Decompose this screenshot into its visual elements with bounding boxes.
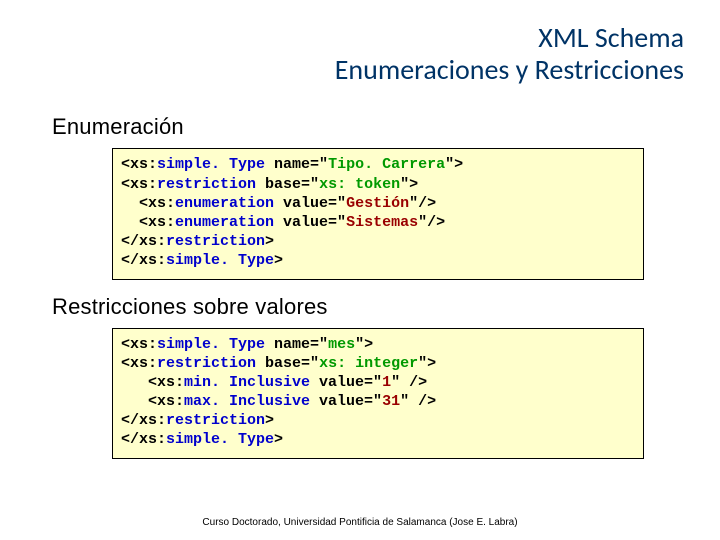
code-text: "> (400, 176, 418, 193)
code-text: <xs: (121, 176, 157, 193)
code-text: <xs: (121, 355, 157, 372)
code-text: " /> (400, 393, 436, 410)
footer-text: Curso Doctorado, Universidad Pontificia … (0, 517, 720, 528)
code-text: </xs: (121, 412, 166, 429)
code-string: mes (328, 336, 355, 353)
code-text: value=" (310, 374, 382, 391)
code-text: " /> (391, 374, 427, 391)
code-text: name=" (265, 156, 328, 173)
code-text: <xs: (121, 195, 175, 212)
code-text: "> (445, 156, 463, 173)
code-text: > (265, 233, 274, 250)
code-keyword: simple. Type (166, 431, 274, 448)
section-heading-restricciones: Restricciones sobre valores (52, 294, 684, 320)
code-text: <xs: (121, 336, 157, 353)
code-text: </xs: (121, 431, 166, 448)
code-value: 31 (382, 393, 400, 410)
title-block: XML Schema Enumeraciones y Restricciones (36, 22, 684, 86)
code-text: base=" (256, 355, 319, 372)
code-text: "/> (418, 214, 445, 231)
code-box-enumeracion: <xs:simple. Type name="Tipo. Carrera"> <… (112, 148, 644, 279)
code-text: <xs: (121, 393, 184, 410)
code-text: value=" (310, 393, 382, 410)
code-text: </xs: (121, 233, 166, 250)
code-keyword: max. Inclusive (184, 393, 310, 410)
code-keyword: restriction (166, 233, 265, 250)
code-text: > (274, 252, 283, 269)
code-text: "> (355, 336, 373, 353)
code-string: xs: integer (319, 355, 418, 372)
slide: XML Schema Enumeraciones y Restricciones… (0, 0, 720, 540)
code-keyword: min. Inclusive (184, 374, 310, 391)
code-keyword: enumeration (175, 214, 274, 231)
code-text: <xs: (121, 214, 175, 231)
code-text: <xs: (121, 156, 157, 173)
code-text: value=" (274, 214, 346, 231)
section-heading-enumeracion: Enumeración (52, 114, 684, 140)
code-text: "/> (409, 195, 436, 212)
code-keyword: restriction (166, 412, 265, 429)
code-text: > (265, 412, 274, 429)
code-keyword: simple. Type (157, 156, 265, 173)
code-keyword: enumeration (175, 195, 274, 212)
code-keyword: simple. Type (157, 336, 265, 353)
code-keyword: restriction (157, 176, 256, 193)
code-text: value=" (274, 195, 346, 212)
code-text: </xs: (121, 252, 166, 269)
code-string: xs: token (319, 176, 400, 193)
code-box-restricciones: <xs:simple. Type name="mes"> <xs:restric… (112, 328, 644, 459)
code-text: "> (418, 355, 436, 372)
code-text: name=" (265, 336, 328, 353)
code-text: > (274, 431, 283, 448)
title-line-2: Enumeraciones y Restricciones (36, 54, 684, 86)
code-value: Gestión (346, 195, 409, 212)
code-text: <xs: (121, 374, 184, 391)
code-text: base=" (256, 176, 319, 193)
code-keyword: simple. Type (166, 252, 274, 269)
code-string: Tipo. Carrera (328, 156, 445, 173)
code-value: 1 (382, 374, 391, 391)
code-keyword: restriction (157, 355, 256, 372)
title-line-1: XML Schema (36, 22, 684, 54)
code-value: Sistemas (346, 214, 418, 231)
